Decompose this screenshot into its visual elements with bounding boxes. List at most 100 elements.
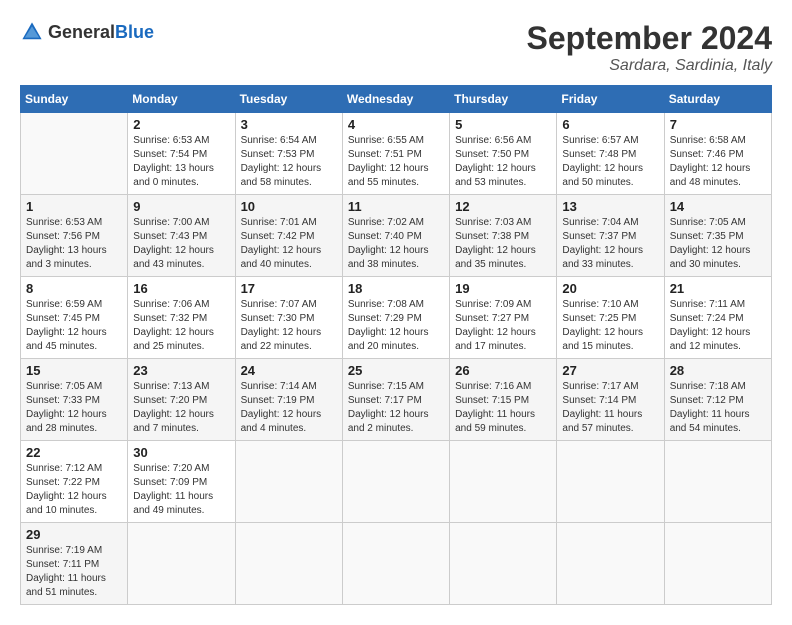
day-number: 5 — [455, 117, 551, 132]
col-thursday: Thursday — [450, 86, 557, 113]
col-sunday: Sunday — [21, 86, 128, 113]
calendar-cell — [235, 523, 342, 605]
day-info: Sunrise: 7:00 AM Sunset: 7:43 PM Dayligh… — [133, 216, 229, 272]
day-number: 7 — [670, 117, 766, 132]
day-info: Sunrise: 6:53 AM Sunset: 7:56 PM Dayligh… — [26, 216, 122, 272]
calendar-cell: 18Sunrise: 7:08 AM Sunset: 7:29 PM Dayli… — [342, 277, 449, 359]
calendar-cell: 7 Sunrise: 6:58 AM Sunset: 7:46 PM Daylig… — [664, 113, 771, 195]
calendar-week-4: 15 Sunrise: 7:05 AM Sunset: 7:33 PM Dayli… — [21, 359, 772, 441]
col-friday: Friday — [557, 86, 664, 113]
calendar-cell: 20 Sunrise: 7:10 AM Sunset: 7:25 PM Dayli… — [557, 277, 664, 359]
calendar-table: Sunday Monday Tuesday Wednesday Thursday… — [20, 85, 772, 605]
col-tuesday: Tuesday — [235, 86, 342, 113]
calendar-cell: 1Sunrise: 6:53 AM Sunset: 7:56 PM Daylig… — [21, 195, 128, 277]
calendar-cell: 24Sunrise: 7:14 AM Sunset: 7:19 PM Dayli… — [235, 359, 342, 441]
calendar-cell: 22Sunrise: 7:12 AM Sunset: 7:22 PM Dayli… — [21, 441, 128, 523]
day-number: 9 — [133, 199, 229, 214]
calendar-cell: 29Sunrise: 7:19 AM Sunset: 7:11 PM Dayli… — [21, 523, 128, 605]
calendar-cell — [128, 523, 235, 605]
day-info: Sunrise: 6:54 AM Sunset: 7:53 PM Dayligh… — [241, 134, 337, 190]
day-number: 3 — [241, 117, 337, 132]
day-number: 15 — [26, 363, 122, 378]
day-info: Sunrise: 6:56 AM Sunset: 7:50 PM Dayligh… — [455, 134, 551, 190]
calendar-week-5: 22Sunrise: 7:12 AM Sunset: 7:22 PM Dayli… — [21, 441, 772, 523]
day-info: Sunrise: 6:55 AM Sunset: 7:51 PM Dayligh… — [348, 134, 444, 190]
logo-general: General — [48, 22, 115, 42]
day-info: Sunrise: 7:15 AM Sunset: 7:17 PM Dayligh… — [348, 380, 444, 436]
calendar-cell: 13Sunrise: 7:04 AM Sunset: 7:37 PM Dayli… — [557, 195, 664, 277]
day-number: 11 — [348, 199, 444, 214]
day-info: Sunrise: 7:09 AM Sunset: 7:27 PM Dayligh… — [455, 298, 551, 354]
day-info: Sunrise: 7:11 AM Sunset: 7:24 PM Dayligh… — [670, 298, 766, 354]
calendar-cell: 8Sunrise: 6:59 AM Sunset: 7:45 PM Daylig… — [21, 277, 128, 359]
calendar-week-2: 1Sunrise: 6:53 AM Sunset: 7:56 PM Daylig… — [21, 195, 772, 277]
day-info: Sunrise: 7:16 AM Sunset: 7:15 PM Dayligh… — [455, 380, 551, 436]
day-info: Sunrise: 7:05 AM Sunset: 7:35 PM Dayligh… — [670, 216, 766, 272]
day-number: 26 — [455, 363, 551, 378]
day-number: 4 — [348, 117, 444, 132]
calendar-cell: 23Sunrise: 7:13 AM Sunset: 7:20 PM Dayli… — [128, 359, 235, 441]
day-number: 14 — [670, 199, 766, 214]
calendar-cell: 25 Sunrise: 7:15 AM Sunset: 7:17 PM Dayli… — [342, 359, 449, 441]
day-number: 29 — [26, 527, 122, 542]
day-info: Sunrise: 7:20 AM Sunset: 7:09 PM Dayligh… — [133, 462, 229, 518]
day-number: 2 — [133, 117, 229, 132]
calendar-cell: 15 Sunrise: 7:05 AM Sunset: 7:33 PM Dayli… — [21, 359, 128, 441]
col-monday: Monday — [128, 86, 235, 113]
calendar-cell: 17Sunrise: 7:07 AM Sunset: 7:30 PM Dayli… — [235, 277, 342, 359]
calendar-cell: 4 Sunrise: 6:55 AM Sunset: 7:51 PM Daylig… — [342, 113, 449, 195]
logo: GeneralBlue — [20, 20, 154, 44]
calendar-cell: 30 Sunrise: 7:20 AM Sunset: 7:09 PM Dayli… — [128, 441, 235, 523]
calendar-cell — [557, 523, 664, 605]
logo-icon — [20, 20, 44, 44]
logo-text: GeneralBlue — [48, 22, 154, 43]
day-number: 24 — [241, 363, 337, 378]
calendar-cell — [21, 113, 128, 195]
calendar-cell — [557, 441, 664, 523]
day-number: 20 — [562, 281, 658, 296]
day-info: Sunrise: 7:01 AM Sunset: 7:42 PM Dayligh… — [241, 216, 337, 272]
day-number: 19 — [455, 281, 551, 296]
day-info: Sunrise: 6:58 AM Sunset: 7:46 PM Dayligh… — [670, 134, 766, 190]
calendar-cell: 2 Sunrise: 6:53 AM Sunset: 7:54 PM Daylig… — [128, 113, 235, 195]
calendar-cell — [450, 441, 557, 523]
calendar-cell: 12 Sunrise: 7:03 AM Sunset: 7:38 PM Dayli… — [450, 195, 557, 277]
day-number: 18 — [348, 281, 444, 296]
calendar-cell: 28 Sunrise: 7:18 AM Sunset: 7:12 PM Dayli… — [664, 359, 771, 441]
calendar-cell: 6Sunrise: 6:57 AM Sunset: 7:48 PM Daylig… — [557, 113, 664, 195]
day-number: 10 — [241, 199, 337, 214]
calendar-cell — [664, 523, 771, 605]
day-number: 25 — [348, 363, 444, 378]
day-info: Sunrise: 6:59 AM Sunset: 7:45 PM Dayligh… — [26, 298, 122, 354]
location-title: Sardara, Sardinia, Italy — [527, 57, 772, 75]
day-number: 30 — [133, 445, 229, 460]
title-block: September 2024 Sardara, Sardinia, Italy — [527, 20, 772, 75]
page-header: GeneralBlue September 2024 Sardara, Sard… — [20, 20, 772, 75]
day-info: Sunrise: 7:18 AM Sunset: 7:12 PM Dayligh… — [670, 380, 766, 436]
calendar-cell — [342, 441, 449, 523]
calendar-cell: 10 Sunrise: 7:01 AM Sunset: 7:42 PM Dayli… — [235, 195, 342, 277]
calendar-cell — [235, 441, 342, 523]
day-info: Sunrise: 7:03 AM Sunset: 7:38 PM Dayligh… — [455, 216, 551, 272]
day-number: 23 — [133, 363, 229, 378]
col-wednesday: Wednesday — [342, 86, 449, 113]
day-info: Sunrise: 7:10 AM Sunset: 7:25 PM Dayligh… — [562, 298, 658, 354]
day-info: Sunrise: 7:05 AM Sunset: 7:33 PM Dayligh… — [26, 380, 122, 436]
day-number: 21 — [670, 281, 766, 296]
day-number: 16 — [133, 281, 229, 296]
calendar-cell: 16 Sunrise: 7:06 AM Sunset: 7:32 PM Dayli… — [128, 277, 235, 359]
calendar-cell: 26 Sunrise: 7:16 AM Sunset: 7:15 PM Dayli… — [450, 359, 557, 441]
day-number: 12 — [455, 199, 551, 214]
calendar-header-row: Sunday Monday Tuesday Wednesday Thursday… — [21, 86, 772, 113]
day-info: Sunrise: 7:12 AM Sunset: 7:22 PM Dayligh… — [26, 462, 122, 518]
day-number: 13 — [562, 199, 658, 214]
calendar-cell: 9 Sunrise: 7:00 AM Sunset: 7:43 PM Daylig… — [128, 195, 235, 277]
calendar-cell: 14 Sunrise: 7:05 AM Sunset: 7:35 PM Dayli… — [664, 195, 771, 277]
calendar-week-6: 29Sunrise: 7:19 AM Sunset: 7:11 PM Dayli… — [21, 523, 772, 605]
day-info: Sunrise: 6:57 AM Sunset: 7:48 PM Dayligh… — [562, 134, 658, 190]
day-info: Sunrise: 6:53 AM Sunset: 7:54 PM Dayligh… — [133, 134, 229, 190]
day-info: Sunrise: 7:06 AM Sunset: 7:32 PM Dayligh… — [133, 298, 229, 354]
day-number: 28 — [670, 363, 766, 378]
day-info: Sunrise: 7:02 AM Sunset: 7:40 PM Dayligh… — [348, 216, 444, 272]
calendar-cell — [450, 523, 557, 605]
